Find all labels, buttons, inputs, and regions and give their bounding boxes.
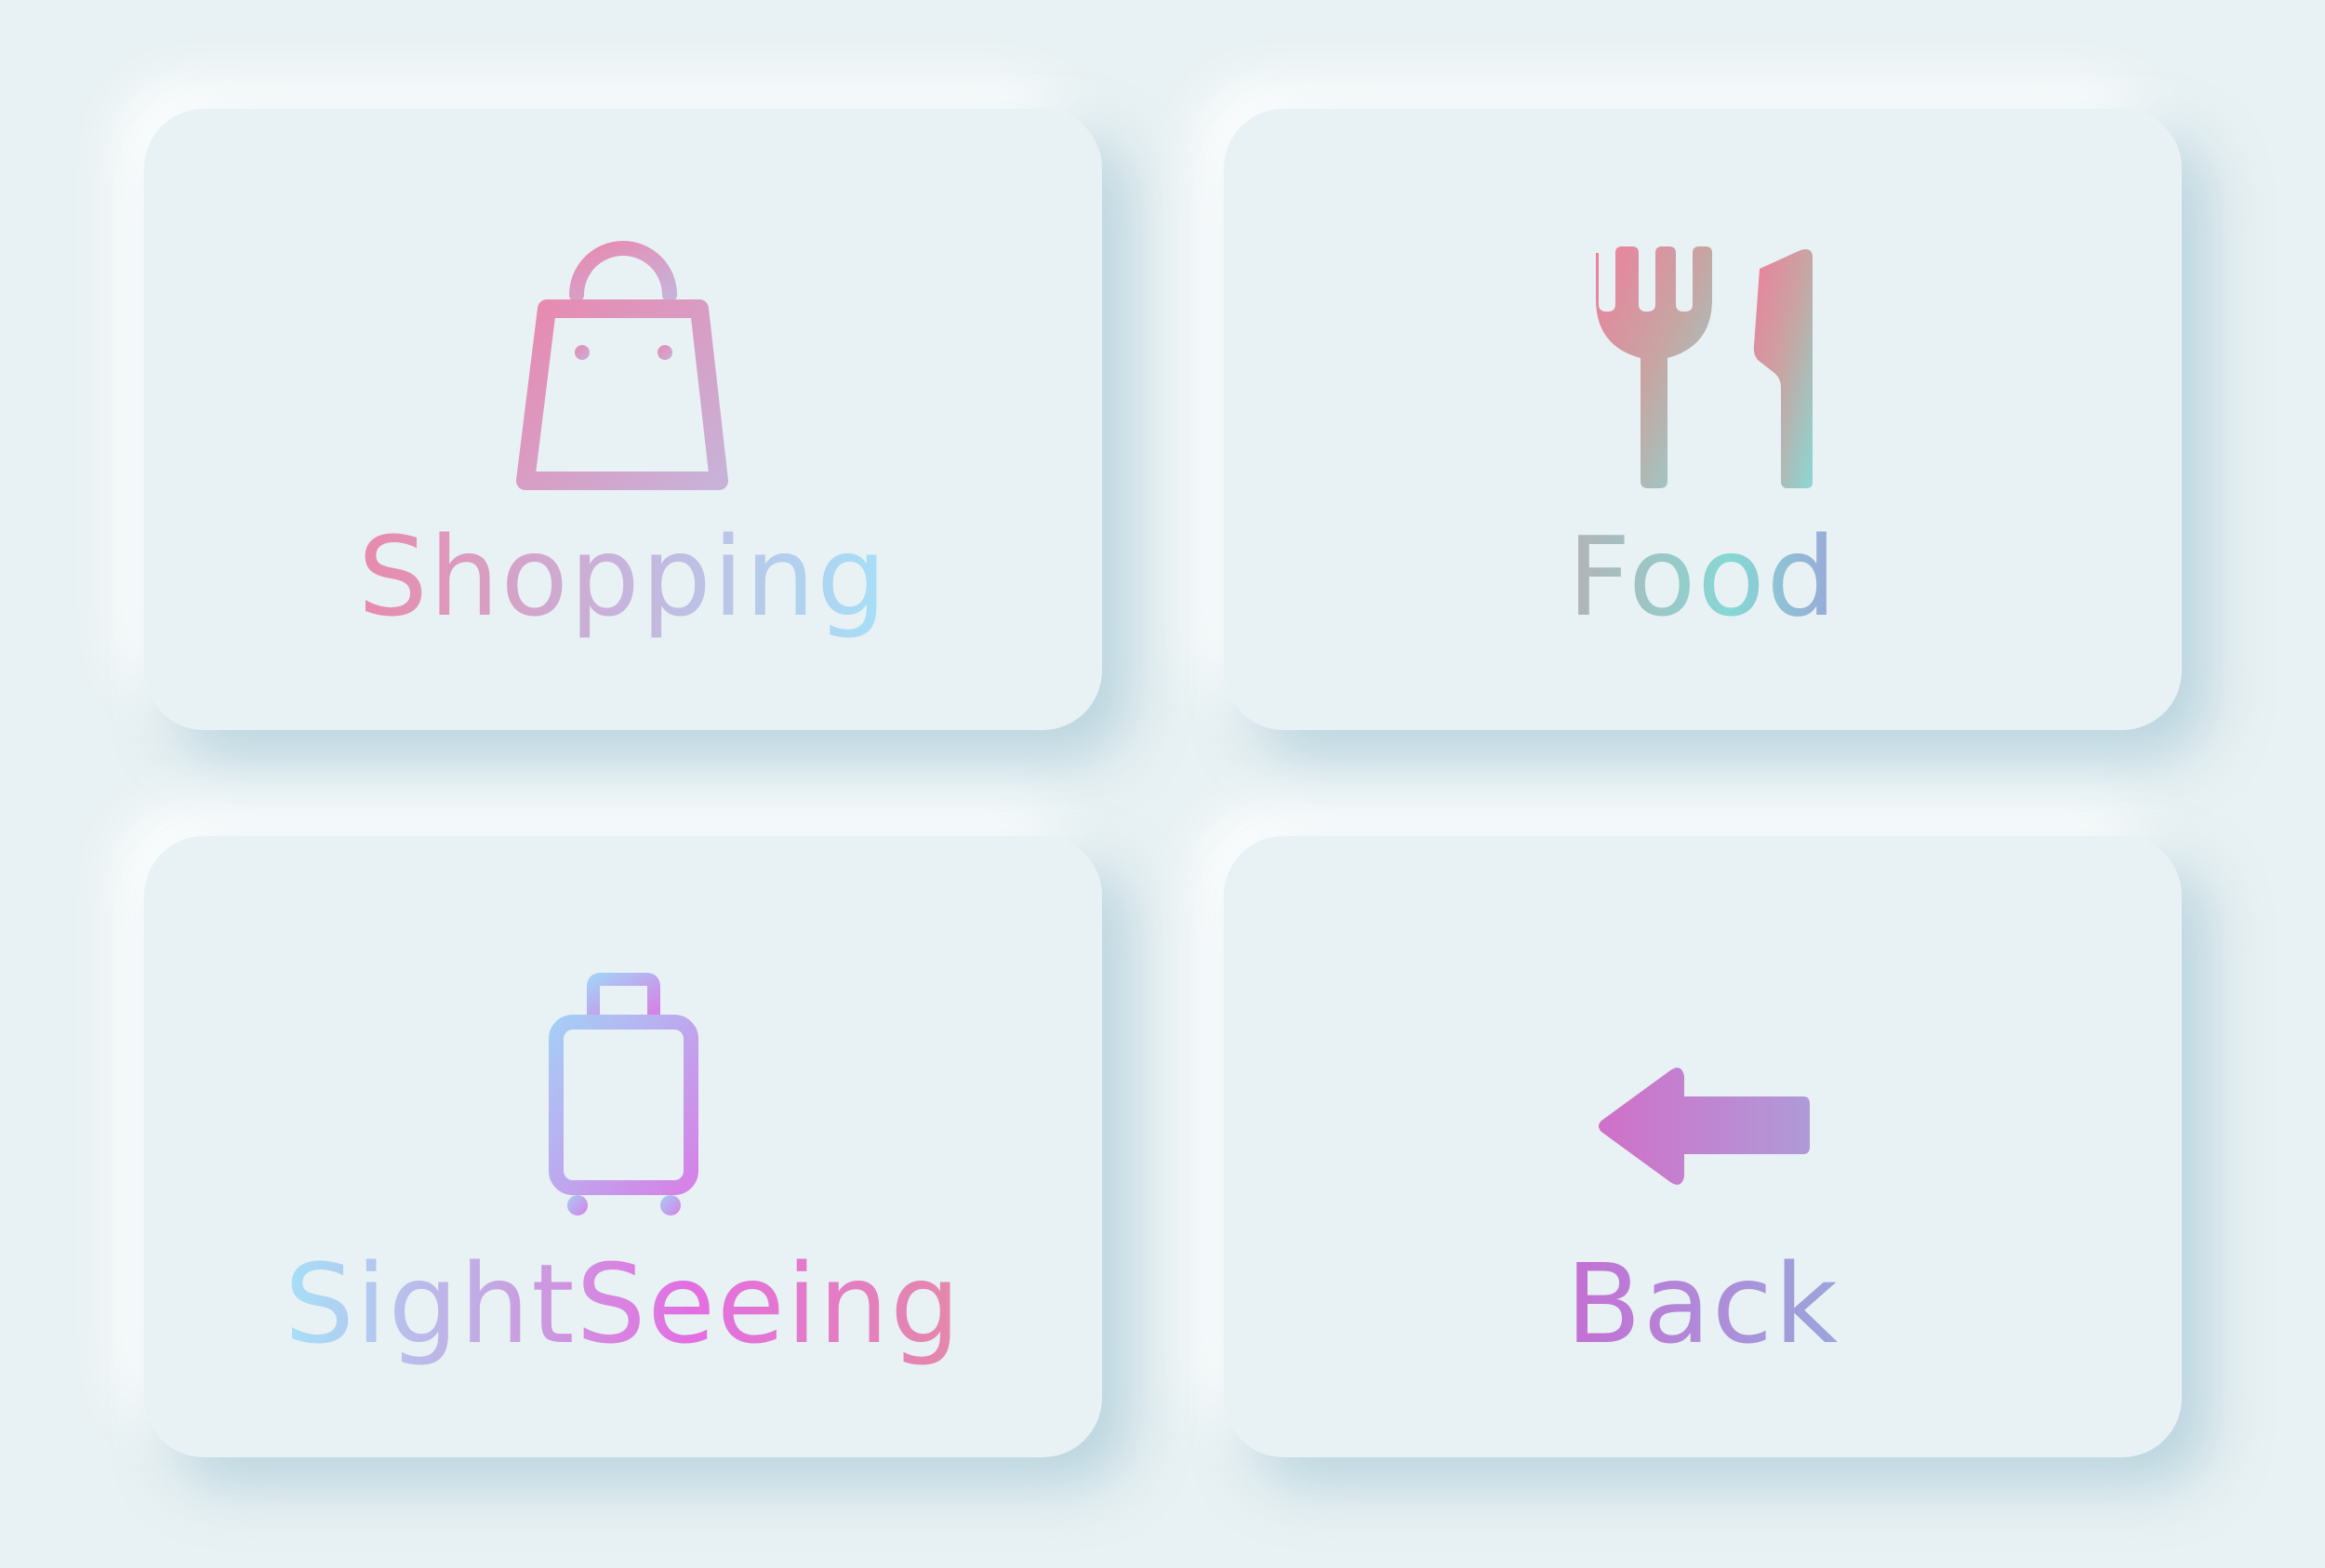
food-label: Food: [1568, 512, 1839, 641]
sightseeing-button[interactable]: SightSeeing: [144, 836, 1102, 1457]
sightseeing-label-graphic: SightSeeing: [285, 1240, 960, 1368]
shopping-label: Shopping: [358, 512, 888, 641]
shopping-label-graphic: Shopping: [358, 512, 886, 641]
sightseeing-label: SightSeeing: [285, 1240, 962, 1368]
arrow-left-icon: [1599, 1068, 1810, 1185]
shopping-bag-icon: [516, 241, 728, 490]
back-label-graphic: Back: [1566, 1240, 1838, 1368]
menu-grid: Shopping Food SightSeeing Back: [0, 0, 2325, 1568]
back-label: Back: [1566, 1240, 1840, 1368]
suitcase-icon: [549, 973, 698, 1216]
shopping-button[interactable]: Shopping: [144, 109, 1102, 730]
fork-knife-icon: [1596, 246, 1813, 488]
food-label-graphic: Food: [1568, 512, 1837, 641]
food-button[interactable]: Food: [1224, 109, 2182, 730]
back-button[interactable]: Back: [1224, 836, 2182, 1457]
